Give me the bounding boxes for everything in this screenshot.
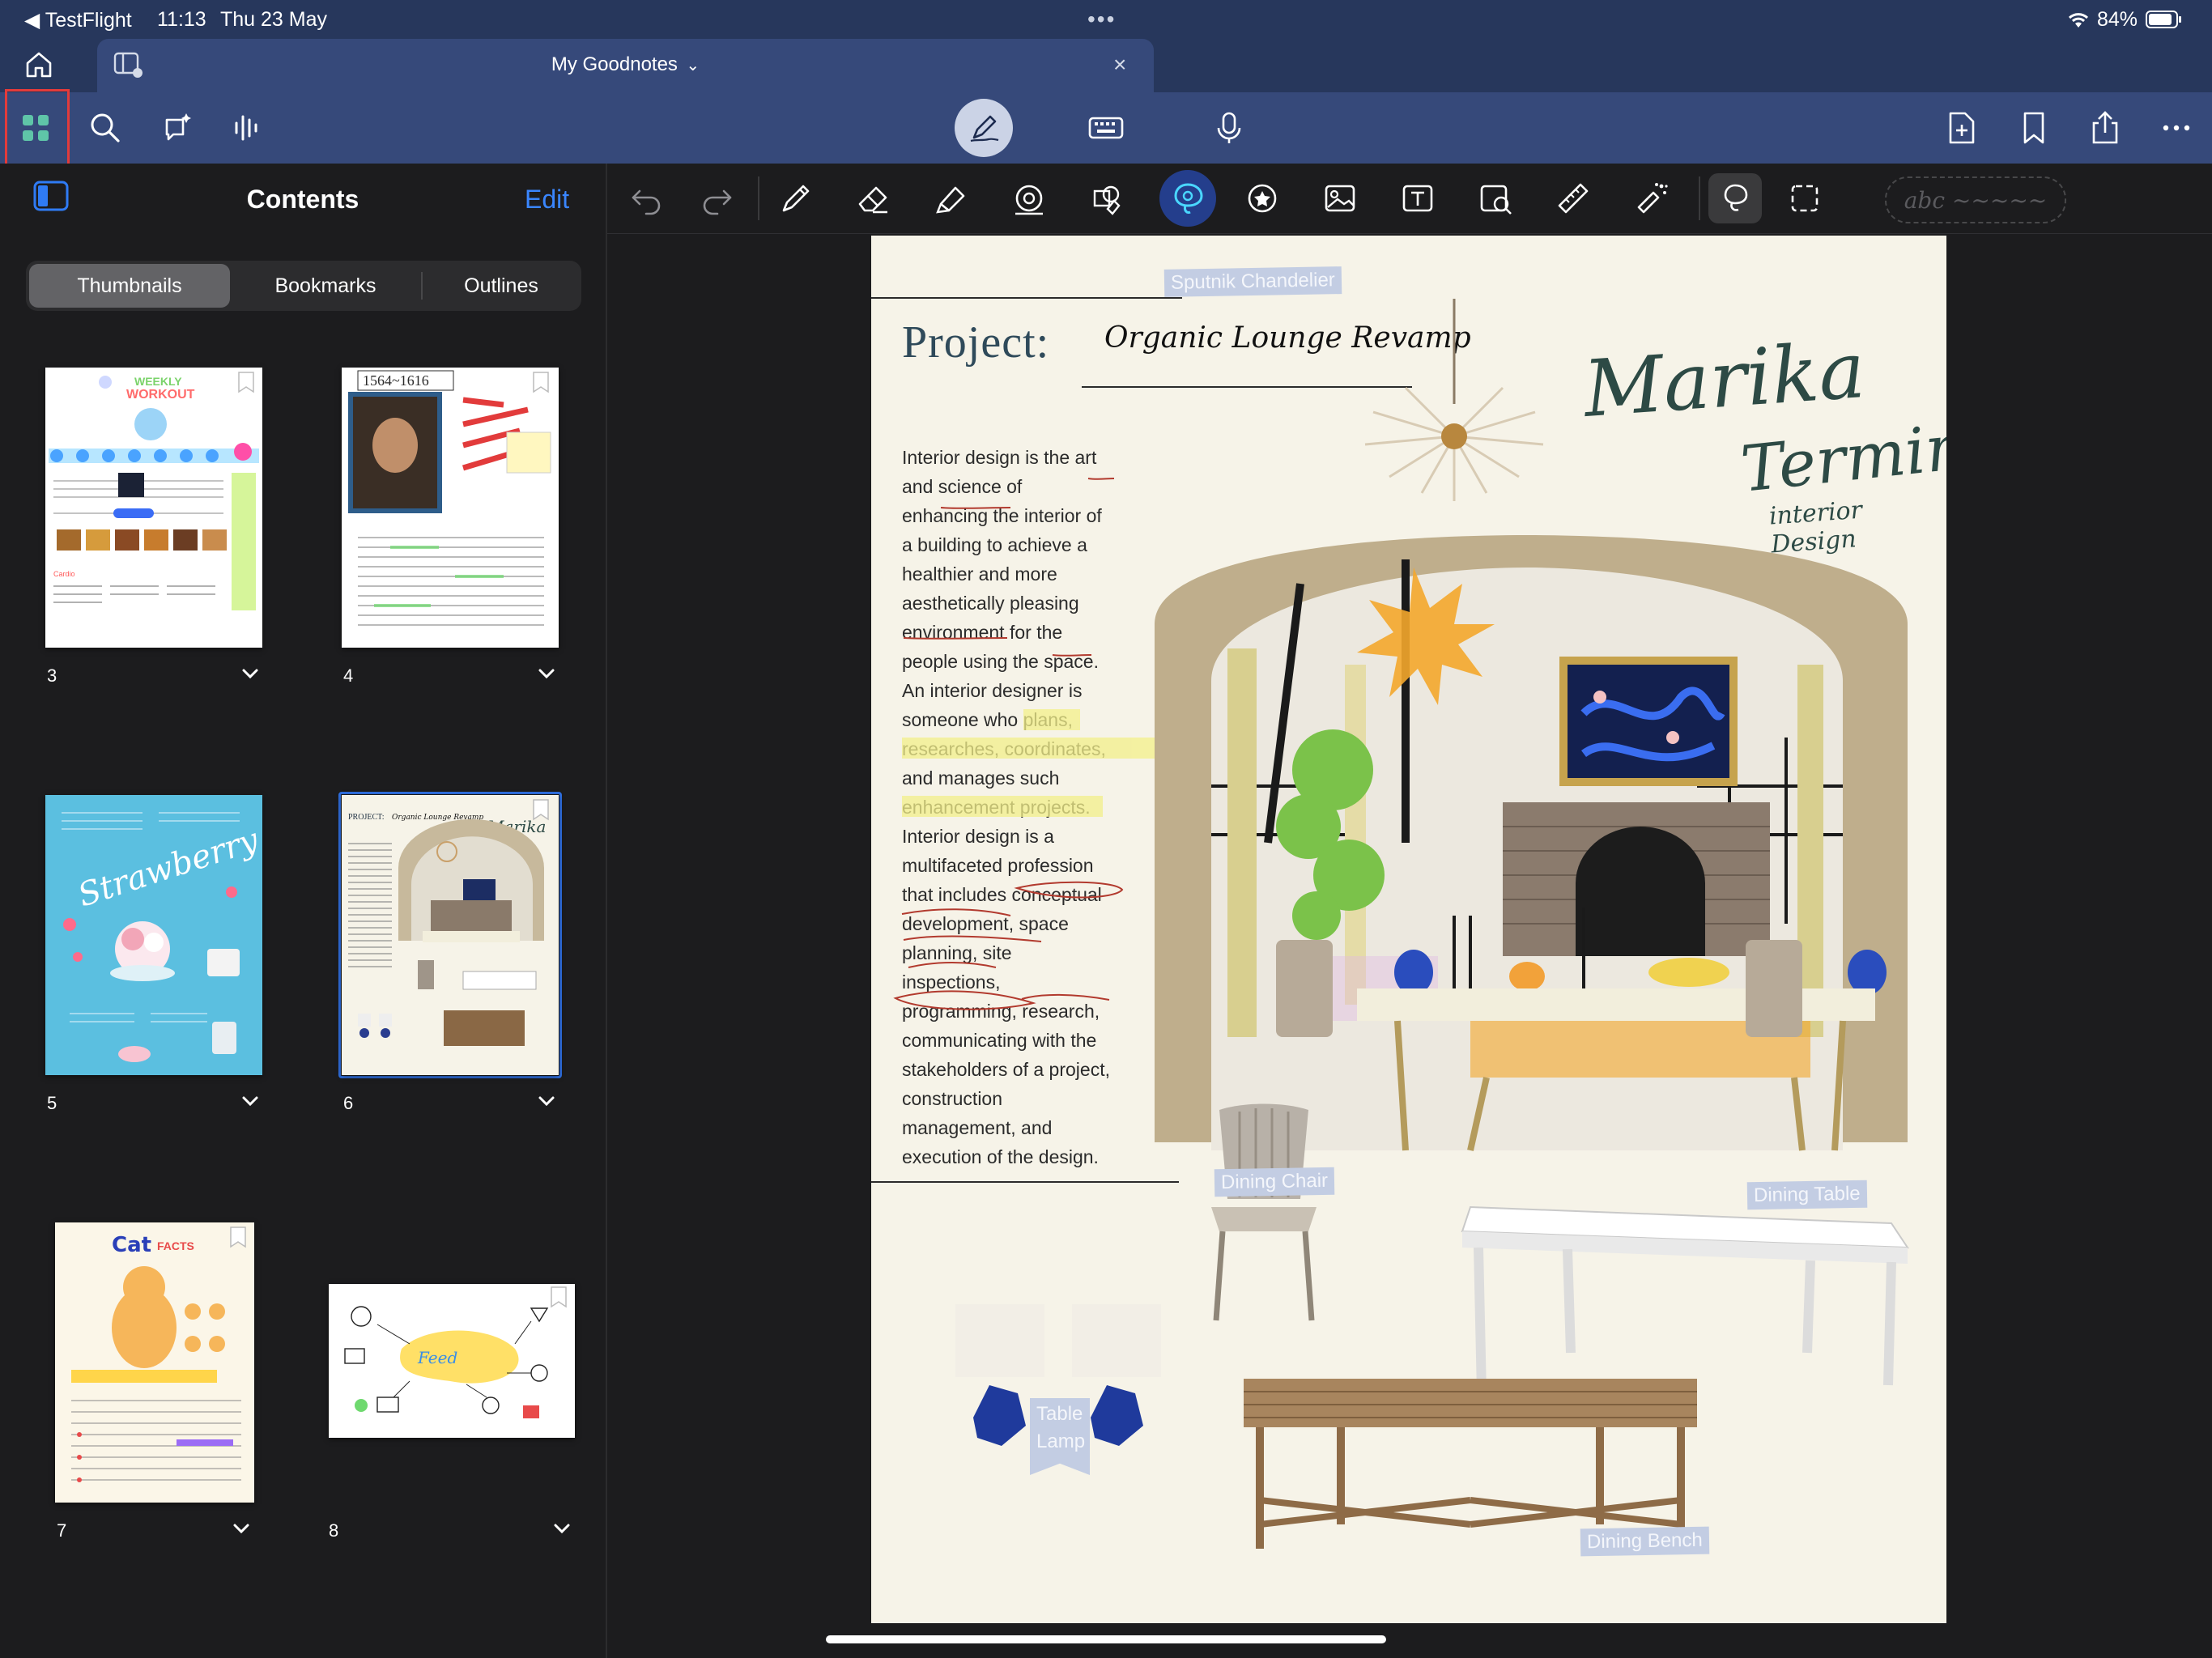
page-thumbnail-3[interactable]: WEEKLY WORKOUT Cardio bbox=[45, 368, 262, 648]
page-thumbnail-4[interactable]: 1564~1616 bbox=[342, 368, 559, 648]
more-options-icon[interactable] bbox=[2152, 104, 2201, 152]
bookmark-icon[interactable] bbox=[531, 371, 551, 393]
page-thumbnail-7[interactable]: Cat FACTS bbox=[55, 1222, 254, 1503]
handwriting-mode-button[interactable] bbox=[955, 99, 1013, 157]
svg-text:WORKOUT: WORKOUT bbox=[126, 388, 195, 402]
add-page-icon[interactable] bbox=[1938, 104, 1986, 152]
chevron-down-icon[interactable] bbox=[535, 662, 558, 685]
document-tab[interactable]: My Goodnotes ⌄ × bbox=[97, 39, 1154, 92]
bookmark-icon[interactable] bbox=[2010, 104, 2058, 152]
page-number: 8 bbox=[329, 1520, 339, 1541]
rectangle-select-icon[interactable] bbox=[1786, 180, 1823, 217]
page-number: 5 bbox=[47, 1093, 57, 1113]
svg-text:Feed: Feed bbox=[417, 1348, 457, 1367]
share-icon[interactable] bbox=[2081, 104, 2129, 152]
bookmark-icon[interactable] bbox=[236, 371, 256, 393]
sticker-icon[interactable] bbox=[1242, 178, 1283, 219]
home-icon[interactable] bbox=[23, 49, 55, 81]
svg-text:Cat: Cat bbox=[112, 1233, 151, 1257]
redo-icon[interactable] bbox=[698, 180, 735, 217]
image-icon[interactable] bbox=[1320, 178, 1360, 219]
svg-text:PROJECT:: PROJECT: bbox=[348, 813, 385, 822]
segment-divider bbox=[421, 272, 423, 300]
main-toolbar bbox=[0, 89, 2212, 167]
ruler-icon[interactable] bbox=[1553, 178, 1593, 219]
pen-tool-icon[interactable] bbox=[776, 178, 816, 219]
close-tab-icon[interactable]: × bbox=[1113, 52, 1126, 78]
designer-first-name: Marika bbox=[1580, 325, 1869, 435]
status-date: Thu 23 May bbox=[220, 8, 328, 31]
dining-chair-image bbox=[1211, 1103, 1317, 1321]
svg-text:Cardio: Cardio bbox=[53, 570, 75, 578]
page-number: 6 bbox=[343, 1093, 354, 1113]
microphone-icon[interactable] bbox=[1205, 104, 1253, 152]
wifi-icon bbox=[2066, 10, 2091, 29]
chevron-down-icon[interactable] bbox=[239, 1090, 262, 1112]
status-bar: ◀ TestFlight 11:13 Thu 23 May ••• 84% bbox=[0, 0, 2212, 40]
chevron-down-icon[interactable] bbox=[535, 1090, 558, 1112]
page-thumbnail-6[interactable]: PROJECT: Organic Lounge Revamp Marika bbox=[342, 795, 559, 1075]
keyboard-icon[interactable] bbox=[1082, 104, 1130, 152]
search-icon[interactable] bbox=[81, 104, 130, 152]
bookmark-icon[interactable] bbox=[531, 798, 551, 821]
thumb-years: 1564~1616 bbox=[363, 372, 429, 389]
ai-lasso-icon[interactable] bbox=[152, 104, 201, 152]
back-app-label: TestFlight bbox=[45, 9, 132, 32]
camera-scan-icon[interactable] bbox=[1475, 178, 1516, 219]
chevron-down-icon[interactable] bbox=[230, 1517, 253, 1540]
grid-view-icon[interactable] bbox=[11, 104, 60, 152]
lasso-icon bbox=[1174, 183, 1203, 214]
undo-icon[interactable] bbox=[628, 180, 666, 217]
toolbar-divider bbox=[1699, 176, 1700, 220]
text-box-icon[interactable] bbox=[1397, 178, 1438, 219]
lasso-tool-button[interactable] bbox=[1159, 170, 1216, 227]
ai-pen-icon[interactable] bbox=[1087, 178, 1127, 219]
chandelier-label: Sputnik Chandelier bbox=[1163, 266, 1342, 297]
pen-icon bbox=[970, 115, 999, 142]
chevron-down-icon[interactable] bbox=[551, 1517, 573, 1540]
laser-pointer-icon[interactable] bbox=[1631, 178, 1671, 219]
tab-thumbnails[interactable]: Thumbnails bbox=[29, 264, 230, 308]
tab-outlines[interactable]: Outlines bbox=[424, 264, 578, 308]
highlighter-icon[interactable] bbox=[931, 178, 972, 219]
shape-tool-icon[interactable] bbox=[1009, 178, 1049, 219]
contents-segmented-control: Thumbnails Bookmarks Outlines bbox=[26, 261, 581, 311]
svg-text:WEEKLY: WEEKLY bbox=[134, 375, 182, 388]
drawing-toolbar: abc ~~~~~ bbox=[607, 164, 2212, 234]
back-to-app-link[interactable]: ◀ TestFlight bbox=[24, 8, 132, 32]
notebook-page[interactable]: Project: Organic Lounge Revamp Interior … bbox=[871, 236, 1946, 1623]
lasso-select-icon bbox=[1724, 184, 1748, 211]
audio-waveform-icon[interactable] bbox=[223, 104, 272, 152]
page-number: 3 bbox=[47, 665, 57, 686]
battery-icon bbox=[2146, 10, 2183, 29]
chevron-down-icon: ⌄ bbox=[686, 57, 700, 74]
ink-to-text-field[interactable]: abc ~~~~~ bbox=[1885, 176, 2066, 223]
bookmark-icon[interactable] bbox=[228, 1226, 248, 1248]
lamp-label: Table Lamp bbox=[1030, 1398, 1090, 1475]
tab-title-area[interactable]: My Goodnotes ⌄ bbox=[97, 53, 1154, 76]
sputnik-chandelier-image bbox=[1364, 299, 1544, 501]
svg-text:FACTS: FACTS bbox=[157, 1239, 194, 1252]
multitasking-dots-icon[interactable]: ••• bbox=[1087, 6, 1116, 32]
status-time: 11:13 bbox=[157, 8, 206, 31]
edit-button[interactable]: Edit bbox=[525, 185, 569, 215]
sidebar-title: Contents bbox=[246, 185, 359, 214]
page-number: 7 bbox=[57, 1520, 67, 1541]
chevron-down-icon[interactable] bbox=[239, 662, 262, 685]
page-number: 4 bbox=[343, 665, 354, 686]
bookmark-icon[interactable] bbox=[549, 1286, 568, 1308]
battery-percent: 84% bbox=[2097, 8, 2138, 31]
lasso-selection-button[interactable] bbox=[1708, 173, 1762, 223]
page-thumbnail-8[interactable]: Feed bbox=[329, 1284, 575, 1438]
toolbar-divider bbox=[758, 176, 759, 220]
eraser-icon[interactable] bbox=[853, 178, 894, 219]
table-label: Dining Table bbox=[1746, 1180, 1867, 1210]
home-indicator[interactable] bbox=[826, 1635, 1386, 1643]
page-thumbnail-5[interactable]: Strawberry bbox=[45, 795, 262, 1075]
chair-label: Dining Chair bbox=[1214, 1167, 1335, 1197]
tab-title: My Goodnotes bbox=[551, 53, 678, 75]
tab-bookmarks[interactable]: Bookmarks bbox=[232, 264, 419, 308]
bench-label: Dining Bench bbox=[1580, 1526, 1710, 1557]
